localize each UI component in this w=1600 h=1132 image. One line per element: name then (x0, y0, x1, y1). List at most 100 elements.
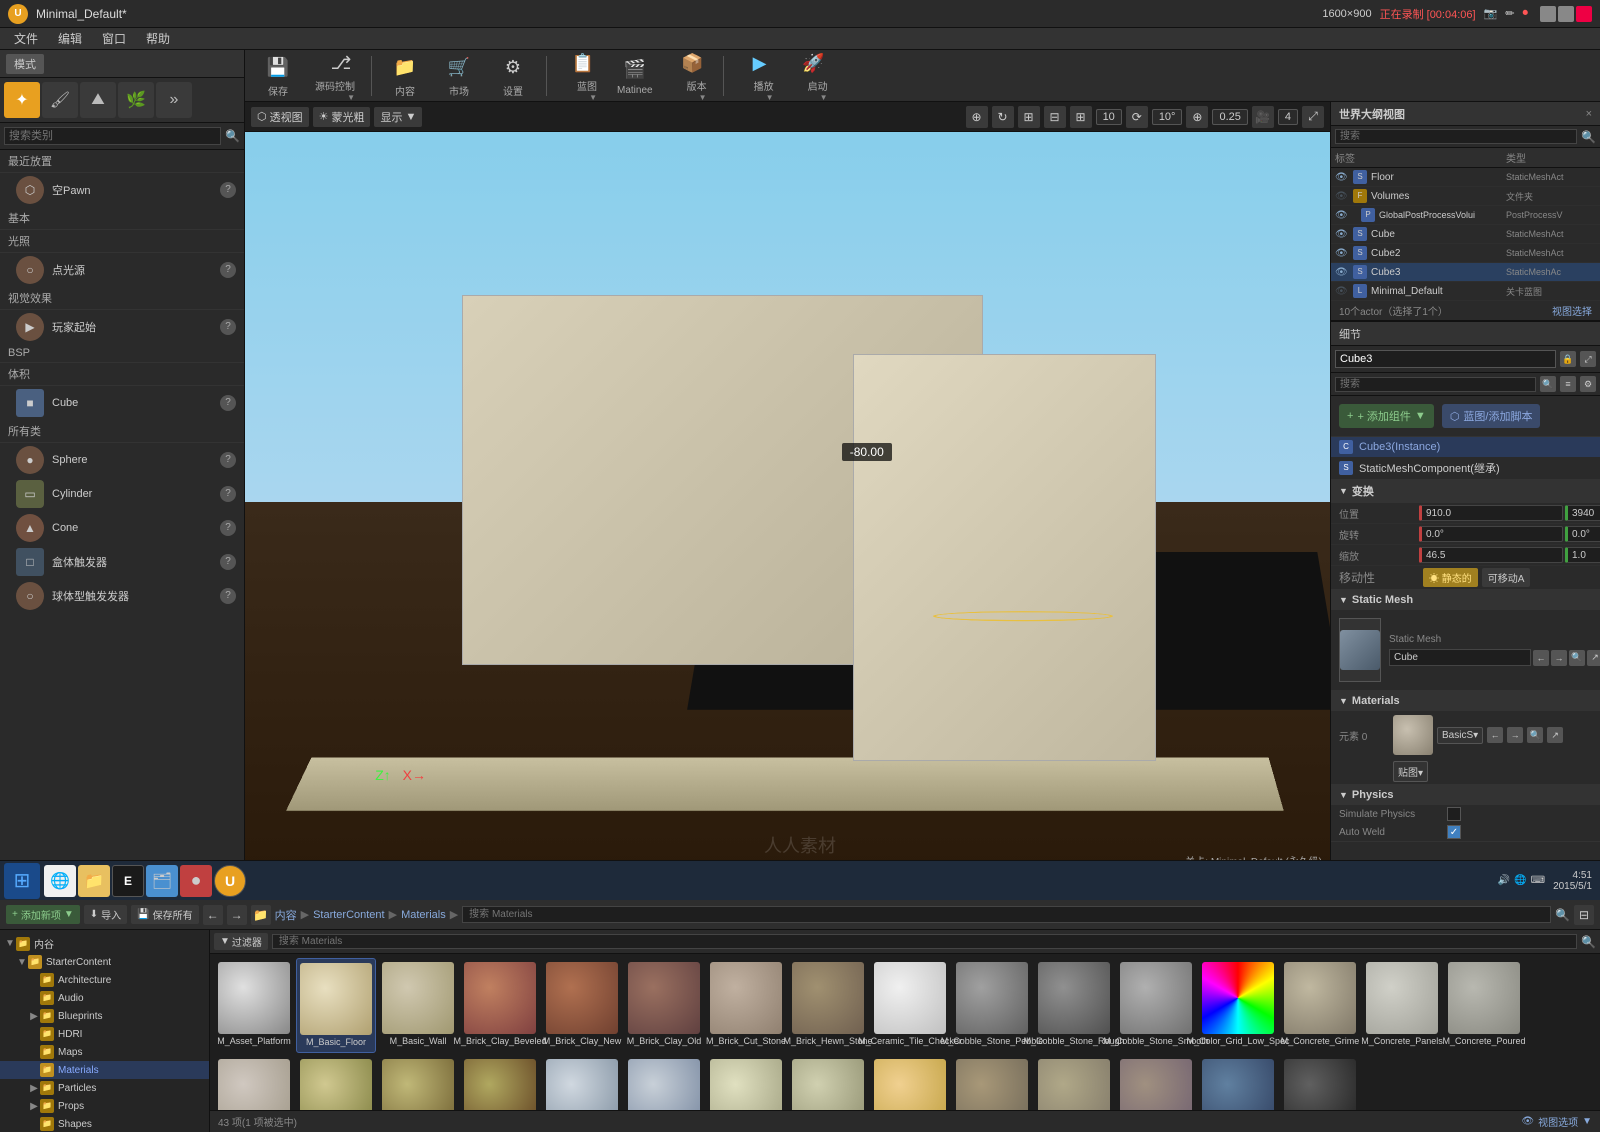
breadcrumb-content[interactable]: 内容 (275, 907, 297, 923)
coord-icon-btn[interactable]: ⊟ (1044, 106, 1066, 128)
close-button[interactable] (1576, 6, 1592, 22)
tree-shapes[interactable]: 📁 Shapes (0, 1115, 209, 1132)
filter-button[interactable]: ▼ 过滤器 (214, 933, 268, 950)
item-info-cylinder[interactable]: ? (220, 486, 236, 502)
nav-folder-btn[interactable]: 📁 (251, 905, 271, 925)
minimize-button[interactable] (1540, 6, 1556, 22)
world-outliner-close[interactable]: × (1586, 108, 1592, 120)
details-search-input[interactable] (1335, 377, 1536, 392)
taskbar-files[interactable]: 🗂 (146, 865, 178, 897)
content-item-2[interactable]: M_Basic_Wall (378, 958, 458, 1053)
mode-landscape[interactable]: ⛰ (80, 82, 116, 118)
content-item-20[interactable]: M_Metal_1 (542, 1055, 622, 1110)
item-cone[interactable]: ▲ Cone ? (0, 511, 244, 545)
source-control-button[interactable]: ⎇ 源码控制 ▼ (307, 50, 363, 106)
outliner-row-cube3[interactable]: 👁 S Cube3 StaticMeshAc (1331, 263, 1600, 282)
menu-edit[interactable]: 编辑 (48, 28, 92, 49)
static-mesh-header[interactable]: ▼ Static Mesh (1331, 590, 1600, 610)
viewport[interactable]: -80.00 Z↑ X→ 关卡: Minimal_Default (永久级) (245, 132, 1330, 872)
grid-angle[interactable]: 10° (1152, 109, 1183, 125)
content-item-3[interactable]: M_Brick_Clay_Beveled (460, 958, 540, 1053)
scale-x-field[interactable] (1419, 547, 1563, 563)
content-item-8[interactable]: M_Ceramic_Tile_Checker (870, 958, 950, 1053)
taskbar-folder[interactable]: 📁 (78, 865, 110, 897)
content-item-23[interactable]: M_Metal_4 (788, 1055, 868, 1110)
save-button[interactable]: 💾 保存 (253, 50, 303, 102)
mat-goto-icon[interactable]: ↗ (1547, 727, 1563, 743)
details-name-input[interactable] (1335, 350, 1556, 368)
mesh-search-icon[interactable]: 🔍 (1569, 650, 1585, 666)
play-button[interactable]: ▶ 播放 ▼ (732, 50, 782, 106)
physics-header[interactable]: ▼ Physics (1331, 785, 1600, 805)
blueprint-script-button[interactable]: ⬡ 蓝图/添加脚本 (1442, 404, 1541, 428)
item-info-cone[interactable]: ? (220, 520, 236, 536)
filter-search-input[interactable] (272, 934, 1577, 949)
tree-props[interactable]: ▶ 📁 Props (0, 1097, 209, 1115)
mode-button[interactable]: 模式 (6, 54, 44, 74)
content-item-13[interactable]: M_Concrete_Grime (1280, 958, 1360, 1053)
outliner-row-floor[interactable]: 👁 S Floor StaticMeshAct (1331, 168, 1600, 187)
scale-y-field[interactable] (1565, 547, 1600, 563)
tree-materials[interactable]: 📁 Materials (0, 1061, 209, 1079)
details-view-btn[interactable]: ≡ (1560, 376, 1576, 392)
cb-view-icon-btn[interactable]: ⊟ (1574, 905, 1594, 925)
camera-speed-value[interactable]: 4 (1278, 109, 1298, 125)
import-button[interactable]: ⬇ 导入 (84, 905, 127, 924)
content-item-29[interactable]: M_Tech_2 (1280, 1055, 1360, 1110)
content-item-14[interactable]: M_Concrete_Panels (1362, 958, 1442, 1053)
mat-search-icon[interactable]: 🔍 (1527, 727, 1543, 743)
content-item-5[interactable]: M_Brick_Clay_Old (624, 958, 704, 1053)
rot-y-field[interactable] (1565, 526, 1600, 542)
tree-architecture[interactable]: 📁 Architecture (0, 971, 209, 989)
start-button[interactable]: ⊞ (4, 863, 40, 899)
tree-maps[interactable]: 📁 Maps (0, 1043, 209, 1061)
section-all[interactable]: 所有类 (0, 420, 244, 443)
content-item-11[interactable]: M_Cobble_Stone_Smooth (1116, 958, 1196, 1053)
rotate-icon-btn[interactable]: ↻ (992, 106, 1014, 128)
window-controls[interactable] (1540, 6, 1592, 22)
launch-button[interactable]: 🚀 启动 ▼ (786, 50, 836, 106)
section-bsp[interactable]: BSP (0, 344, 244, 363)
auto-weld-checkbox[interactable] (1447, 825, 1461, 839)
item-cube[interactable]: ■ Cube ? (0, 386, 244, 420)
content-item-26[interactable]: M_Rock_2 (1034, 1055, 1114, 1110)
content-item-27[interactable]: M_Rock_3 (1116, 1055, 1196, 1110)
item-info-boxtrigger[interactable]: ? (220, 554, 236, 570)
material-dropdown[interactable]: BasicS▾ (1437, 727, 1483, 744)
mode-foliage[interactable]: 🌿 (118, 82, 154, 118)
marketplace-button[interactable]: 🛒 市场 (434, 50, 484, 102)
content-button[interactable]: 📁 内容 (380, 50, 430, 102)
scale-icon-btn[interactable]: ⊞ (1018, 106, 1040, 128)
details-expand-icon[interactable]: ⤢ (1580, 351, 1596, 367)
content-item-16[interactable]: M_Concrete_Tiles (214, 1055, 294, 1110)
breadcrumb-materials[interactable]: Materials (401, 909, 446, 921)
menu-help[interactable]: 帮助 (136, 28, 180, 49)
details-lock-icon[interactable]: 🔒 (1560, 351, 1576, 367)
content-item-9[interactable]: M_Cobble_Stone_Pebble (952, 958, 1032, 1053)
content-item-12[interactable]: M_Color_Grid_Low_Spec (1198, 958, 1278, 1053)
item-player-start[interactable]: ▶ 玩家起始 ? (0, 310, 244, 344)
perspective-btn[interactable]: ⬡ 透视图 (251, 107, 309, 127)
taskbar-chrome[interactable]: 🌐 (44, 865, 76, 897)
mode-place[interactable]: ✦ (4, 82, 40, 118)
search-input[interactable] (4, 127, 221, 145)
tree-hdri[interactable]: 📁 HDRI (0, 1025, 209, 1043)
section-basic[interactable]: 基本 (0, 207, 244, 230)
tree-audio[interactable]: 📁 Audio (0, 989, 209, 1007)
cb-search-input[interactable] (462, 906, 1551, 923)
grid-value[interactable]: 10 (1096, 109, 1122, 125)
tree-starter-content[interactable]: ▼ 📁 StarterContent (0, 953, 209, 971)
component-cube3-instance[interactable]: C Cube3(Instance) (1331, 437, 1600, 457)
item-sphere[interactable]: ● Sphere ? (0, 443, 244, 477)
item-box-trigger[interactable]: □ 盒体触发器 ? (0, 545, 244, 579)
section-recent[interactable]: 最近放置 (0, 150, 244, 173)
section-volume[interactable]: 体积 (0, 363, 244, 386)
version-button[interactable]: 📦 版本 ▼ (665, 50, 715, 106)
outliner-row-cube2[interactable]: 👁 S Cube2 StaticMeshAct (1331, 244, 1600, 263)
breadcrumb-starter[interactable]: StarterContent (313, 909, 385, 921)
nav-back-btn[interactable]: ← (203, 905, 223, 925)
content-item-10[interactable]: M_Cobble_Stone_Rough (1034, 958, 1114, 1053)
content-item-19[interactable]: M_Ground_3 (460, 1055, 540, 1110)
item-sphere-trigger[interactable]: ○ 球体型触发发器 ? (0, 579, 244, 613)
content-item-7[interactable]: M_Brick_Hewn_Stone (788, 958, 868, 1053)
